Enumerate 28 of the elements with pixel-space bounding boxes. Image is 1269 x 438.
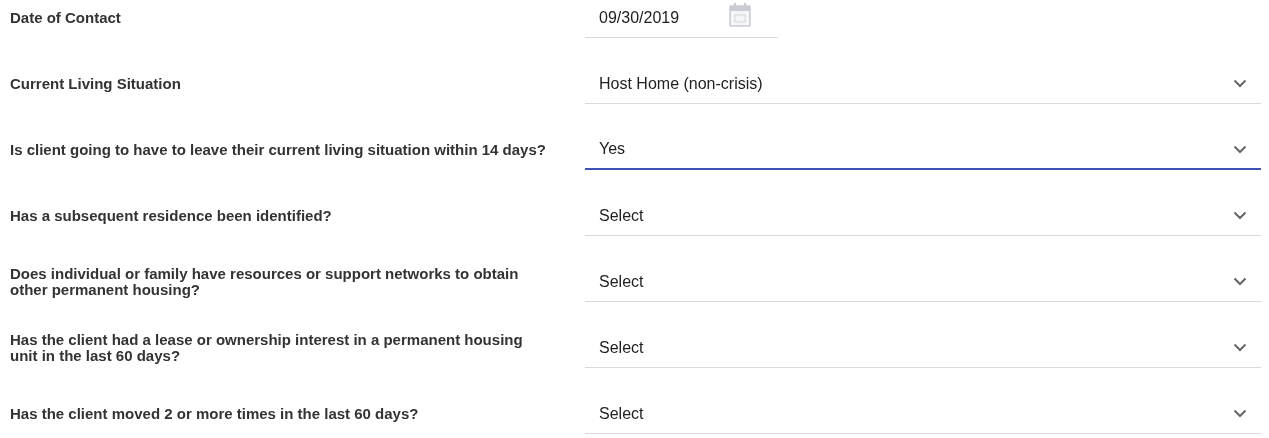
field-label: Has the client had a lease or ownership interest in a permanent housing unit in the last 60 days? (10, 332, 524, 364)
field-label: Date of Contact (10, 10, 122, 26)
dropdown-value: Select (599, 205, 644, 226)
dropdown-field[interactable]: Select (585, 394, 1261, 434)
dropdown-field[interactable]: Yes (585, 130, 1261, 170)
dropdown-value: Select (599, 271, 644, 292)
dropdown-value: Host Home (non-crisis) (599, 73, 763, 94)
dropdown-value: Yes (599, 139, 626, 159)
dropdown-field[interactable]: Host Home (non-crisis) (585, 64, 1261, 104)
field-label: Has a subsequent residence been identified? (10, 208, 333, 224)
dropdown-field[interactable]: Select (585, 196, 1261, 236)
field-label: Does individual or family have resources or support networks to obtain other permanent housing? (10, 266, 520, 298)
date-field[interactable]: 09/30/2019 (585, 0, 778, 38)
chevron-down-icon (1233, 277, 1247, 286)
field-label: Has the client moved 2 or more times in the last 60 days? (10, 406, 420, 422)
dropdown-field[interactable]: Select (585, 328, 1261, 368)
field-label: Current Living Situation (10, 76, 182, 92)
chevron-down-icon (1233, 343, 1247, 352)
chevron-down-icon (1233, 211, 1247, 220)
dropdown-field[interactable]: Select (585, 262, 1261, 302)
dropdown-value: Select (599, 403, 644, 424)
chevron-down-icon (1233, 144, 1247, 154)
chevron-down-icon (1233, 79, 1247, 88)
field-label: Is client going to have to leave their current living situation within 14 days? (10, 142, 547, 158)
date-value: 09/30/2019 (599, 7, 680, 28)
calendar-icon[interactable] (729, 2, 752, 27)
dropdown-value: Select (599, 337, 644, 358)
chevron-down-icon (1233, 409, 1247, 418)
